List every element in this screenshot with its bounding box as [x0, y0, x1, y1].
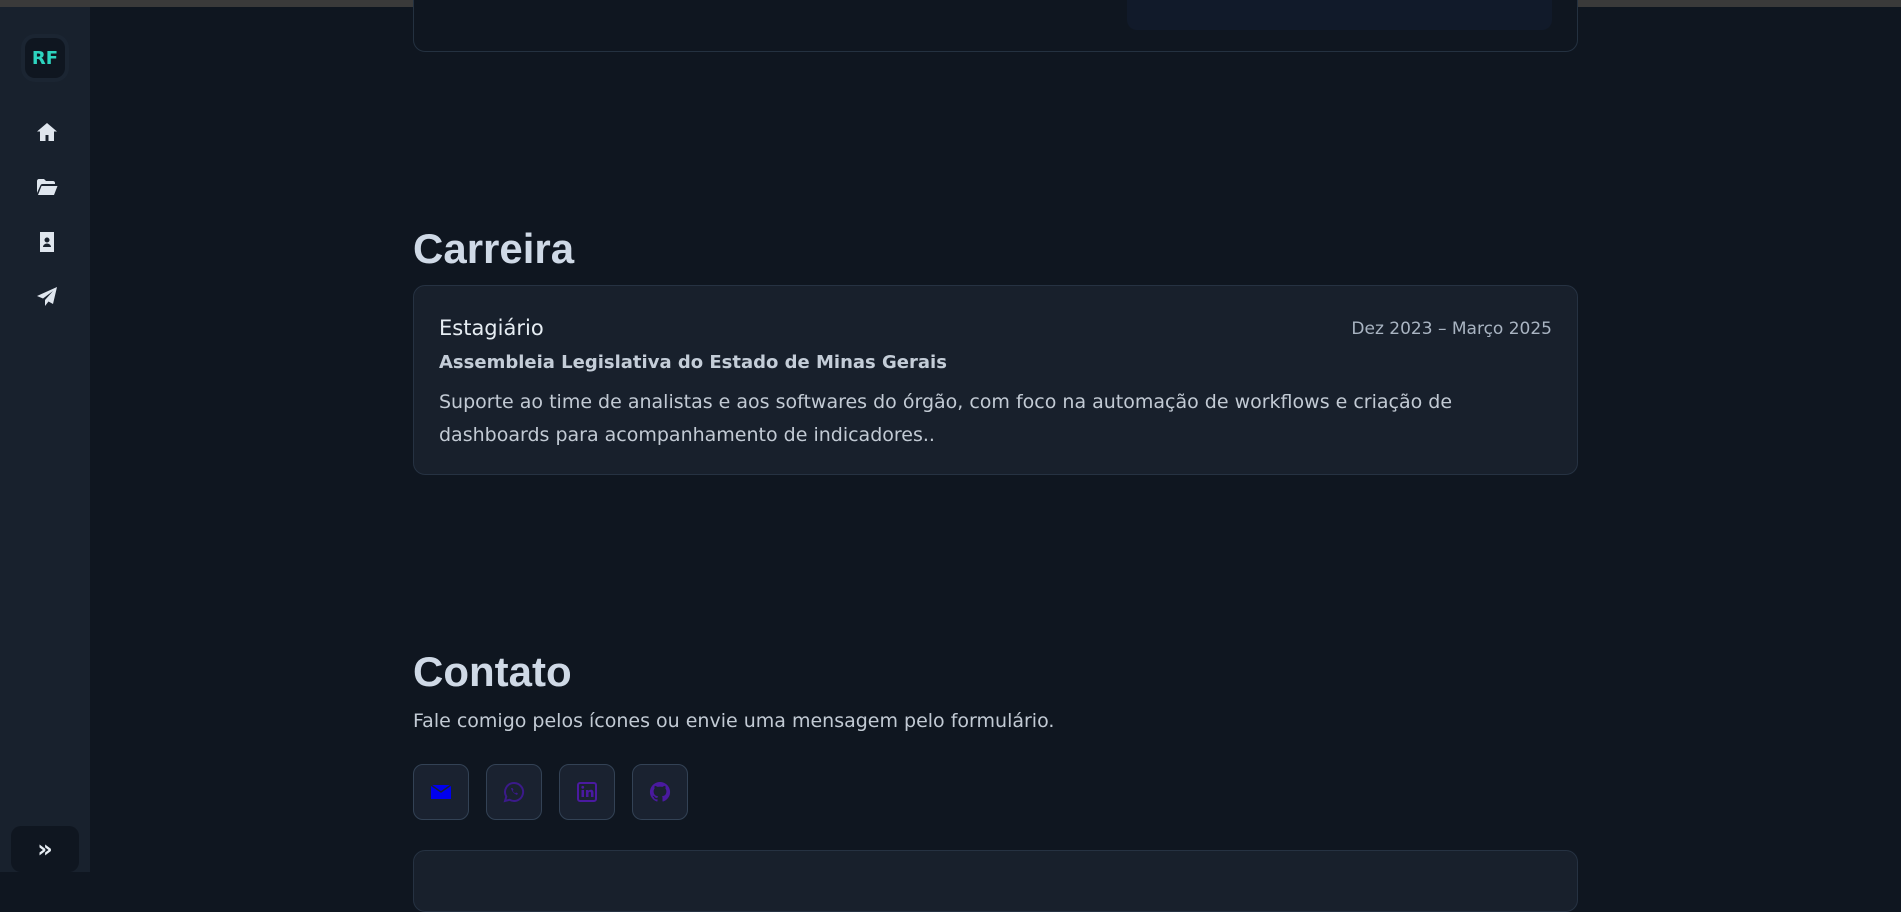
whatsapp-icon — [503, 781, 525, 803]
contact-form-card — [413, 850, 1578, 912]
whatsapp-button[interactable] — [486, 764, 542, 820]
career-description: Suporte ao time de analistas e aos softw… — [439, 391, 1453, 446]
sidebar-item-contact[interactable] — [30, 280, 64, 314]
sidebar-item-home[interactable] — [30, 115, 64, 149]
home-icon — [37, 123, 57, 141]
sidebar-item-projects[interactable] — [30, 170, 64, 204]
expand-sidebar-button[interactable]: » — [11, 826, 79, 872]
career-role: Estagiário — [439, 316, 544, 340]
contact-subtitle: Fale comigo pelos ícones ou envie uma me… — [413, 710, 1055, 732]
folder-open-icon — [37, 179, 58, 195]
project-card-preview — [1127, 0, 1552, 30]
contact-section-title: Contato — [413, 648, 572, 695]
logo[interactable]: RF — [25, 38, 65, 78]
career-card: Estagiário Dez 2023 – Março 2025 Assembl… — [413, 285, 1578, 475]
sidebar-item-about[interactable] — [30, 225, 64, 259]
envelope-icon — [430, 784, 452, 799]
linkedin-icon — [577, 782, 597, 802]
github-icon — [649, 781, 671, 802]
project-card — [413, 0, 1578, 52]
contact-card-icon — [40, 232, 54, 252]
paper-plane-icon — [37, 287, 57, 306]
linkedin-button[interactable] — [559, 764, 615, 820]
career-dates: Dez 2023 – Março 2025 — [1351, 319, 1552, 339]
sidebar: RF » — [0, 7, 90, 872]
career-section-title: Carreira — [413, 225, 575, 272]
contact-icon-row — [413, 764, 688, 820]
email-button[interactable] — [413, 764, 469, 820]
github-button[interactable] — [632, 764, 688, 820]
career-organization: Assembleia Legislativa do Estado de Mina… — [439, 352, 947, 373]
